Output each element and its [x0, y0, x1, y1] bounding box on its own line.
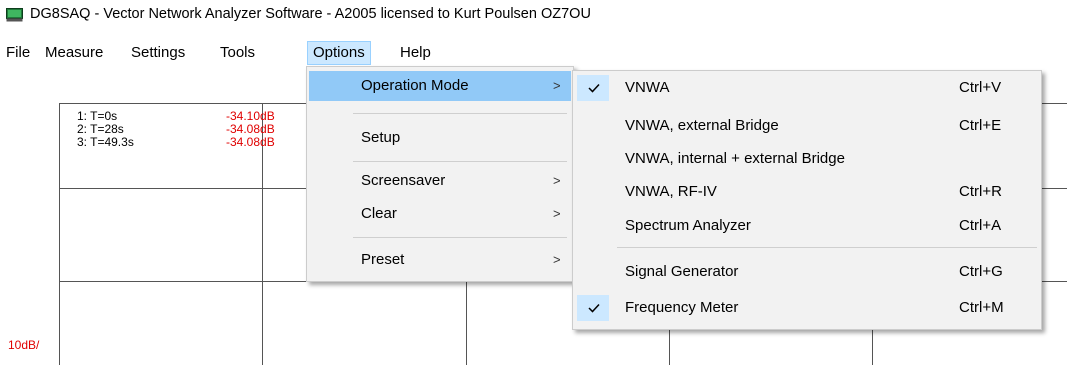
chevron-right-icon: >: [553, 206, 561, 221]
menu-separator: [353, 161, 567, 162]
checkmark-icon: [588, 83, 600, 93]
menu-item-shortcut: Ctrl+V: [959, 79, 1002, 96]
menu-item-label: Screensaver: [361, 172, 446, 189]
menu-item-preset[interactable]: Preset >: [309, 245, 571, 275]
operation-mode-submenu: VNWA Ctrl+V VNWA, external Bridge Ctrl+E…: [572, 70, 1042, 330]
menu-settings[interactable]: Settings: [131, 42, 185, 64]
menu-bar: File Measure Settings Tools Options Help: [0, 41, 1067, 65]
grid-line: [59, 103, 60, 365]
menu-separator: [353, 237, 567, 238]
menu-item-label: VNWA: [625, 79, 670, 96]
menu-item-label: VNWA, internal + external Bridge: [625, 150, 845, 167]
menu-item-shortcut: Ctrl+G: [959, 263, 1003, 280]
menu-item-spectrum-analyzer[interactable]: Spectrum Analyzer Ctrl+A: [575, 211, 1039, 241]
menu-item-label: Preset: [361, 251, 405, 268]
menu-item-label: Signal Generator: [625, 263, 739, 280]
marker-3-value: -34.08dB: [226, 135, 275, 149]
menu-item-frequency-meter[interactable]: Frequency Meter Ctrl+M: [575, 293, 1039, 323]
menu-measure[interactable]: Measure: [45, 42, 103, 64]
options-menu: Operation Mode > Setup Screensaver > Cle…: [306, 66, 574, 282]
menu-item-vnwa-rf-iv[interactable]: VNWA, RF-IV Ctrl+R: [575, 177, 1039, 207]
menu-item-operation-mode[interactable]: Operation Mode >: [309, 71, 571, 101]
menu-options[interactable]: Options: [307, 41, 371, 65]
menu-item-label: Operation Mode: [361, 77, 469, 94]
menu-separator: [353, 113, 567, 114]
chevron-right-icon: >: [553, 173, 561, 188]
menu-item-clear[interactable]: Clear >: [309, 199, 571, 229]
menu-item-label: Frequency Meter: [625, 299, 739, 316]
menu-item-screensaver[interactable]: Screensaver >: [309, 166, 571, 196]
menu-item-shortcut: Ctrl+A: [959, 217, 1002, 234]
window-title: DG8SAQ - Vector Network Analyzer Softwar…: [30, 6, 591, 22]
checkmark-icon: [588, 303, 600, 313]
chevron-right-icon: >: [553, 252, 561, 267]
menu-item-signal-generator[interactable]: Signal Generator Ctrl+G: [575, 257, 1039, 287]
menu-item-setup[interactable]: Setup: [309, 123, 571, 153]
menu-item-label: Spectrum Analyzer: [625, 217, 751, 234]
menu-separator: [617, 247, 1037, 248]
menu-item-shortcut: Ctrl+R: [959, 183, 1002, 200]
marker-3-label: 3: T=49.3s: [77, 135, 134, 149]
menu-tools[interactable]: Tools: [220, 42, 255, 64]
menu-item-shortcut: Ctrl+E: [959, 117, 1002, 134]
title-bar: DG8SAQ - Vector Network Analyzer Softwar…: [0, 0, 1067, 30]
chevron-right-icon: >: [553, 78, 561, 93]
scale-label: 10dB/: [8, 338, 40, 352]
menu-item-label: Setup: [361, 129, 401, 146]
menu-help[interactable]: Help: [400, 42, 431, 64]
vna-app-icon: [6, 8, 23, 22]
menu-item-label: Clear: [361, 205, 397, 222]
menu-item-vnwa-external-bridge[interactable]: VNWA, external Bridge Ctrl+E: [575, 111, 1039, 141]
menu-item-shortcut: Ctrl+M: [959, 299, 1004, 316]
menu-item-label: VNWA, external Bridge: [625, 117, 779, 134]
menu-item-vnwa[interactable]: VNWA Ctrl+V: [575, 73, 1039, 103]
menu-item-label: VNWA, RF-IV: [625, 183, 717, 200]
menu-item-vnwa-internal-external-bridge[interactable]: VNWA, internal + external Bridge: [575, 144, 1039, 174]
menu-file[interactable]: File: [6, 42, 30, 64]
